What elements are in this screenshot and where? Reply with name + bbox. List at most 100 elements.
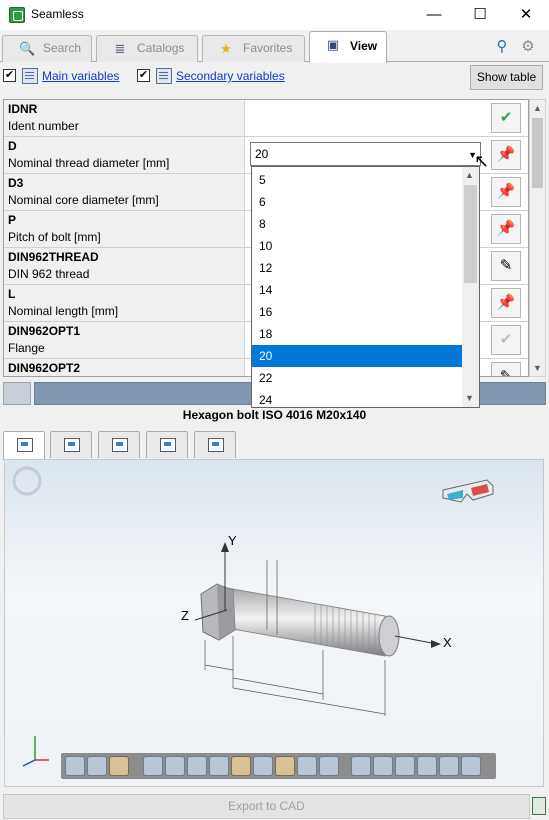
dropdown-option[interactable]: 14 <box>252 279 464 301</box>
scroll-thumb[interactable] <box>464 185 477 283</box>
dropdown-option[interactable]: 22 <box>252 367 464 389</box>
variable-value-cell[interactable] <box>246 100 488 136</box>
svg-text:X: X <box>443 635 452 650</box>
variable-name-cell: D3 Nominal core diameter [mm] <box>4 174 245 210</box>
filter-icon[interactable] <box>3 382 31 405</box>
pin-icon[interactable]: 📌 <box>491 288 521 318</box>
pin-icon[interactable]: 📌 <box>491 214 521 244</box>
tab-2d-view[interactable] <box>50 431 92 458</box>
3d-viewport[interactable]: Y Z X <box>4 459 544 787</box>
tab-print-view[interactable] <box>146 431 188 458</box>
tab-catalogs-label: Catalogs <box>137 41 185 55</box>
scroll-down-icon[interactable]: ▼ <box>462 390 477 406</box>
perspective-icon[interactable] <box>319 756 339 776</box>
app-logo-icon <box>9 7 25 23</box>
material-icon[interactable] <box>297 756 317 776</box>
variable-description: Nominal core diameter [mm] <box>8 193 159 207</box>
view-right-icon[interactable] <box>417 756 437 776</box>
scroll-up-icon[interactable]: ▲ <box>530 100 545 116</box>
settings-icon[interactable]: ⚙ <box>519 38 537 56</box>
zoom-fit-icon[interactable] <box>165 756 185 776</box>
dropdown-option[interactable]: 12 <box>252 257 464 279</box>
pin-icon[interactable]: 📌 <box>491 140 521 170</box>
svg-text:Y: Y <box>228 533 237 548</box>
variable-name-cell: DIN962OPT1 Flange <box>4 322 245 358</box>
title-bar: Seamless — ☐ ✕ <box>0 0 549 30</box>
dropdown-option[interactable]: 10 <box>252 235 464 257</box>
dropdown-option[interactable]: 18 <box>252 323 464 345</box>
mouse-cursor-icon: ↖ <box>474 151 490 171</box>
main-variables-checkbox[interactable]: ✔ <box>3 69 16 82</box>
pin-icon[interactable]: 📌 <box>491 177 521 207</box>
tab-measure-view[interactable] <box>194 431 236 458</box>
thread-diameter-select[interactable]: 20 ▼ <box>250 142 481 166</box>
view-bottom-icon[interactable] <box>461 756 481 776</box>
dropdown-scrollbar[interactable]: ▲ ▼ <box>462 167 479 407</box>
tab-favorites[interactable]: ★ Favorites <box>202 35 305 62</box>
dropdown-option[interactable]: 16 <box>252 301 464 323</box>
variable-name-cell: DIN962THREAD DIN 962 thread <box>4 248 245 284</box>
edit-icon[interactable]: ✎ <box>491 251 521 281</box>
checkmark-icon[interactable]: ✔ <box>491 103 521 133</box>
variable-name-cell: IDNR Ident number <box>4 100 245 136</box>
tab-catalogs[interactable]: ≣ Catalogs <box>96 35 198 62</box>
search-icon: 🔍 <box>19 41 36 56</box>
export-to-cad-label: Export to CAD <box>228 799 305 813</box>
star-icon: ★ <box>220 41 232 56</box>
zoom-icon[interactable] <box>143 756 163 776</box>
secondary-variables-link[interactable]: Secondary variables <box>176 69 285 83</box>
help-icon[interactable]: ⚲ <box>493 38 511 56</box>
view-top-icon[interactable] <box>439 756 459 776</box>
shaded-edges-icon[interactable] <box>87 756 107 776</box>
export-to-cad-button[interactable]: Export to CAD <box>3 794 530 819</box>
dropdown-option[interactable]: 6 <box>252 191 464 213</box>
dropdown-option[interactable]: 24 <box>252 389 464 407</box>
catalogs-icon: ≣ <box>114 41 126 56</box>
variable-code: D3 <box>8 176 24 190</box>
main-variables-link[interactable]: Main variables <box>42 69 119 83</box>
edit-icon[interactable]: ✎ <box>491 362 521 376</box>
dimension-icon[interactable] <box>231 756 251 776</box>
dropdown-option-selected[interactable]: 20 <box>252 345 464 367</box>
view-back-icon[interactable] <box>373 756 393 776</box>
pan-icon[interactable] <box>187 756 207 776</box>
variables-toolbar: ✔ Main variables ✔ Secondary variables <box>0 62 549 98</box>
show-table-button[interactable]: Show table <box>470 65 543 90</box>
2d-view-icon <box>64 438 80 452</box>
shaded-icon[interactable] <box>65 756 85 776</box>
variable-code: DIN962OPT1 <box>8 324 81 338</box>
dropdown-option[interactable]: 8 <box>252 213 464 235</box>
tab-drawing-view[interactable] <box>98 431 140 458</box>
minimize-button[interactable]: — <box>411 0 457 30</box>
wireframe-icon[interactable] <box>253 756 273 776</box>
view-front-icon[interactable] <box>351 756 371 776</box>
variable-name-cell: P Pitch of bolt [mm] <box>4 211 245 247</box>
section-icon[interactable] <box>275 756 295 776</box>
view-left-icon[interactable] <box>395 756 415 776</box>
scroll-down-icon[interactable]: ▼ <box>530 360 545 376</box>
table-scrollbar[interactable]: ▲ ▼ <box>529 99 546 377</box>
variable-code: D <box>8 139 17 153</box>
main-variables-icon <box>22 68 38 84</box>
rotate-view-icon[interactable] <box>209 756 229 776</box>
tab-search[interactable]: 🔍 Search <box>2 35 92 62</box>
solid-icon[interactable] <box>109 756 129 776</box>
tab-view[interactable]: ▣ View <box>309 31 387 63</box>
secondary-variables-checkbox[interactable]: ✔ <box>137 69 150 82</box>
variable-code: P <box>8 213 17 227</box>
variable-code: IDNR <box>8 102 38 116</box>
select-value: 20 <box>255 147 269 161</box>
scroll-thumb[interactable] <box>532 118 543 188</box>
close-button[interactable]: ✕ <box>503 0 549 30</box>
export-icon[interactable] <box>532 797 546 815</box>
dropdown-option[interactable]: 5 <box>252 169 464 191</box>
tab-3d-view[interactable] <box>3 431 45 460</box>
checkmark-icon: ✔ <box>491 325 521 355</box>
tab-search-label: Search <box>43 41 82 55</box>
maximize-button[interactable]: ☐ <box>457 0 503 30</box>
print-view-icon <box>160 438 176 452</box>
variable-name-cell: D Nominal thread diameter [mm] <box>4 137 245 173</box>
axis-triad-icon <box>22 736 49 767</box>
thread-diameter-dropdown: 5 6 8 10 12 14 16 18 20 22 24 ▲ ▼ <box>251 166 480 408</box>
drawing-view-icon <box>112 438 128 452</box>
